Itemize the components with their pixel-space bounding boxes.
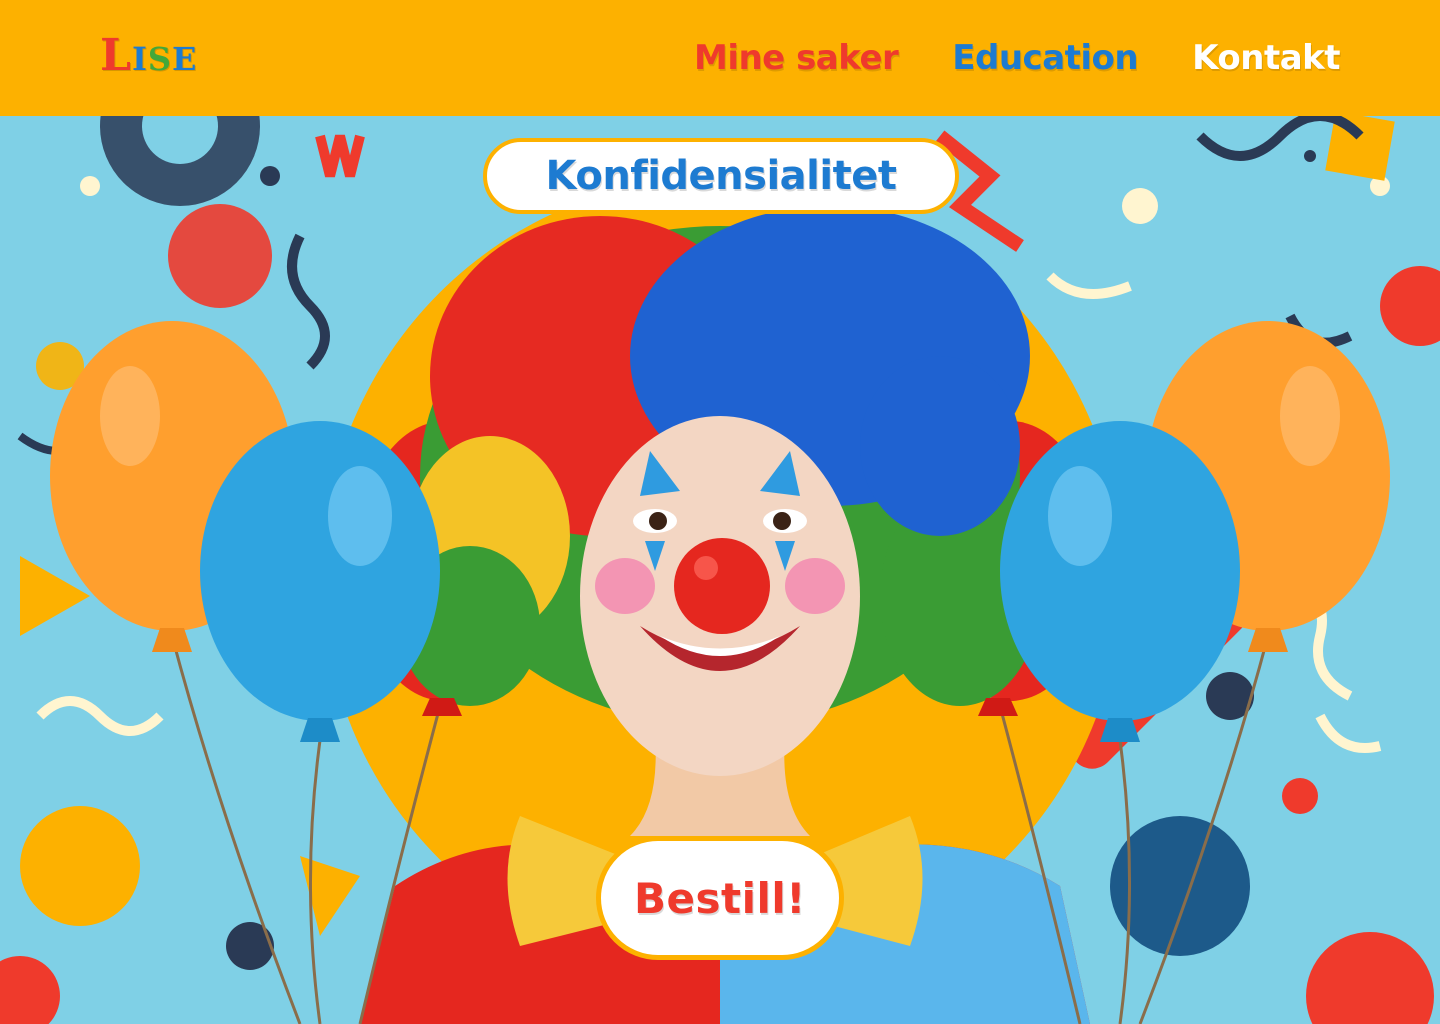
hero-section: Konfidensialitet Bestill! [0, 116, 1440, 1024]
nav-link-kontakt[interactable]: Kontakt [1192, 36, 1340, 80]
logo-letter: L [100, 30, 132, 81]
page-title: Konfidensialitet [545, 153, 897, 199]
logo-letter: E [172, 40, 198, 78]
nav-link-education[interactable]: Education [952, 36, 1138, 80]
main-nav: Mine saker Education Kontakt [694, 36, 1341, 80]
site-logo[interactable]: LISE [100, 32, 197, 80]
site-header: LISE Mine saker Education Kontakt [0, 0, 1440, 116]
order-button[interactable]: Bestill! [596, 836, 844, 960]
page-title-pill: Konfidensialitet [483, 138, 959, 214]
logo-letter: I [131, 40, 148, 78]
logo-letter: S [147, 40, 173, 78]
order-button-label: Bestill! [634, 873, 806, 923]
nav-link-mine-saker[interactable]: Mine saker [694, 36, 899, 80]
